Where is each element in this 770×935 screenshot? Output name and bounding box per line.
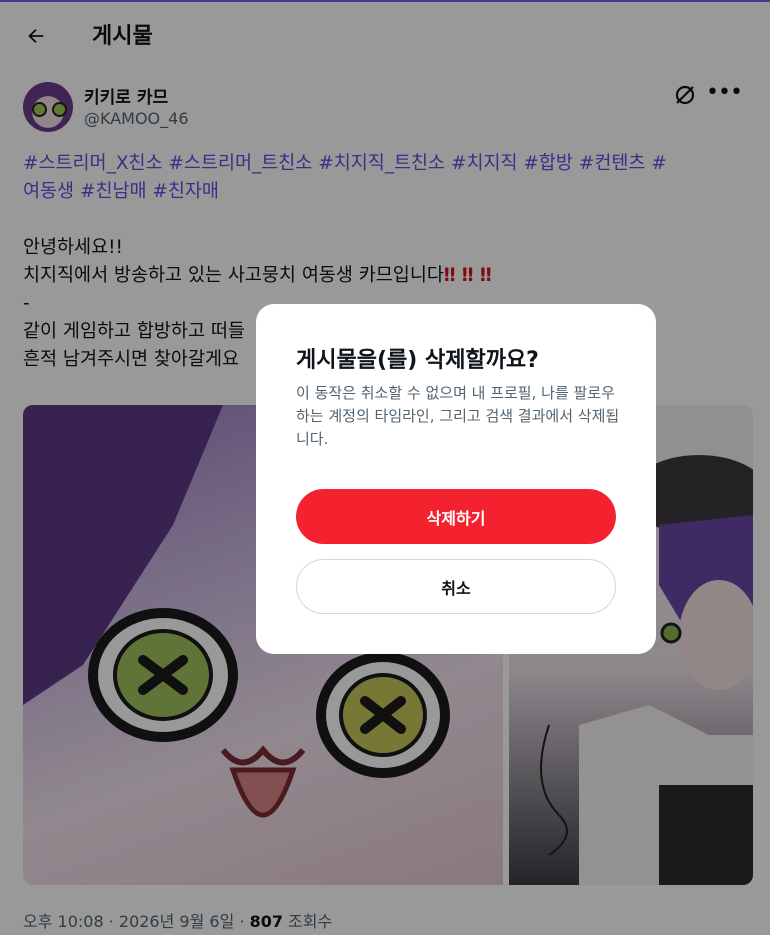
cancel-button[interactable]: 취소: [296, 559, 616, 614]
dialog-title: 게시물을(를) 삭제할까요?: [296, 348, 539, 373]
dialog-description: 이 동작은 취소할 수 없으며 내 프로필, 나를 팔로우하는 계정의 타임라인…: [296, 384, 620, 448]
delete-confirm-dialog: 게시물을(를) 삭제할까요? 이 동작은 취소할 수 없으며 내 프로필, 나를…: [256, 304, 656, 654]
delete-button[interactable]: 삭제하기: [296, 489, 616, 544]
